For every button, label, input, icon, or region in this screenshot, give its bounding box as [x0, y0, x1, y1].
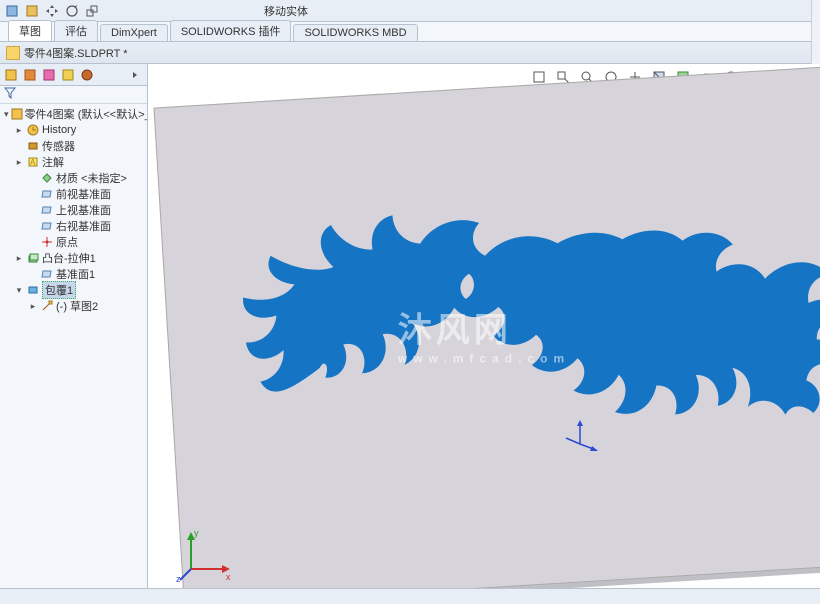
- svg-text:x: x: [226, 572, 231, 582]
- history-icon: [26, 123, 40, 137]
- tree-label: 注解: [42, 154, 64, 170]
- plane-icon: [40, 187, 54, 201]
- twisty-icon[interactable]: ▸: [28, 301, 38, 312]
- tree-item-right-plane[interactable]: 右视基准面: [0, 218, 147, 234]
- tab-sketch[interactable]: 草图: [8, 20, 52, 41]
- wrap-icon: [26, 283, 40, 297]
- svg-text:y: y: [194, 528, 199, 538]
- tree-item-origin[interactable]: 原点: [0, 234, 147, 250]
- fm-tab-display-icon[interactable]: [78, 66, 96, 84]
- model-body[interactable]: [153, 64, 820, 604]
- funnel-icon[interactable]: [4, 87, 16, 102]
- tree-item-top-plane[interactable]: 上视基准面: [0, 202, 147, 218]
- tree-label: 基准面1: [56, 266, 95, 282]
- tree-item-datum-plane[interactable]: 基准面1: [0, 266, 147, 282]
- tree-item-history[interactable]: ▸ History: [0, 122, 147, 138]
- sensor-icon: [26, 139, 40, 153]
- tree-label: 上视基准面: [56, 202, 111, 218]
- svg-text:z: z: [176, 574, 181, 584]
- tab-dimxpert[interactable]: DimXpert: [100, 24, 168, 41]
- extrude-icon: [26, 251, 40, 265]
- graphics-viewport[interactable]: y x z 沐风网 www.mfcad.com: [148, 64, 820, 604]
- tree-label: 包覆1: [42, 281, 76, 299]
- workspace: ▾ 零件4图案 (默认<<默认>_显示 ▸ History 传感器 ▸ A 注解: [0, 64, 820, 604]
- plane-icon: [40, 219, 54, 233]
- part-icon: [11, 107, 23, 121]
- feature-manager-tabs: [0, 64, 147, 86]
- cube-icon[interactable]: [24, 3, 40, 19]
- convert-icon[interactable]: [4, 3, 20, 19]
- tree-item-sketch2[interactable]: ▸ (-) 草图2: [0, 298, 147, 314]
- rotate-icon[interactable]: [64, 3, 80, 19]
- tree-item-annotations[interactable]: ▸ A 注解: [0, 154, 147, 170]
- sketch-icon: [40, 299, 54, 313]
- feature-manager-panel: ▾ 零件4图案 (默认<<默认>_显示 ▸ History 传感器 ▸ A 注解: [0, 64, 148, 604]
- view-triad: y x z: [176, 524, 236, 584]
- tab-sw-mbd[interactable]: SOLIDWORKS MBD: [293, 24, 417, 41]
- status-bar: [0, 588, 820, 604]
- command-tabbar: 草图 评估 DimXpert SOLIDWORKS 插件 SOLIDWORKS …: [0, 22, 820, 42]
- twisty-icon[interactable]: ▾: [4, 109, 9, 120]
- tree-root[interactable]: ▾ 零件4图案 (默认<<默认>_显示: [0, 106, 147, 122]
- model-origin-triad: [560, 414, 600, 454]
- tree-label: 前视基准面: [56, 186, 111, 202]
- fm-tab-dim-icon[interactable]: [59, 66, 77, 84]
- tree-label: History: [42, 124, 76, 136]
- tree-label: 凸台-拉伸1: [42, 250, 96, 266]
- command-label: 移动实体: [264, 3, 308, 19]
- tab-sw-addins[interactable]: SOLIDWORKS 插件: [170, 20, 292, 41]
- tree-label: 材质 <未指定>: [56, 170, 127, 186]
- scale-icon[interactable]: [84, 3, 100, 19]
- move-icon[interactable]: [44, 3, 60, 19]
- tree-item-extrude[interactable]: ▸ 凸台-拉伸1: [0, 250, 147, 266]
- part-doc-icon: [6, 46, 20, 60]
- feature-tree[interactable]: ▾ 零件4图案 (默认<<默认>_显示 ▸ History 传感器 ▸ A 注解: [0, 104, 147, 604]
- tree-label: (-) 草图2: [56, 298, 98, 314]
- twisty-icon[interactable]: ▸: [14, 157, 24, 168]
- plane-icon: [40, 267, 54, 281]
- fm-tab-assembly-icon[interactable]: [2, 66, 20, 84]
- fm-tab-config-icon[interactable]: [40, 66, 58, 84]
- origin-icon: [40, 235, 54, 249]
- fm-tab-property-icon[interactable]: [21, 66, 39, 84]
- twisty-icon[interactable]: ▸: [14, 253, 24, 264]
- twisty-icon[interactable]: ▾: [14, 285, 24, 296]
- plane-icon: [40, 203, 54, 217]
- tree-item-sensors[interactable]: 传感器: [0, 138, 147, 154]
- command-strip: 移动实体: [0, 0, 820, 22]
- tree-label: 零件4图案 (默认<<默认>_显示: [25, 106, 147, 122]
- tree-item-front-plane[interactable]: 前视基准面: [0, 186, 147, 202]
- tree-item-material[interactable]: 材质 <未指定>: [0, 170, 147, 186]
- document-title: 零件4图案.SLDPRT *: [24, 45, 128, 61]
- tree-label: 右视基准面: [56, 218, 111, 234]
- svg-text:A: A: [30, 158, 36, 167]
- tree-label: 传感器: [42, 138, 75, 154]
- twisty-icon[interactable]: ▸: [14, 125, 24, 136]
- annotation-icon: A: [26, 155, 40, 169]
- tree-label: 原点: [56, 234, 78, 250]
- wrap-dragon-pattern[interactable]: [219, 156, 820, 493]
- feature-filter-row: [0, 86, 147, 104]
- tab-evaluate[interactable]: 评估: [54, 20, 98, 41]
- fm-tab-arrow-icon[interactable]: [126, 66, 144, 84]
- document-titlebar: 零件4图案.SLDPRT *: [0, 42, 820, 64]
- material-icon: [40, 171, 54, 185]
- tree-item-wrap[interactable]: ▾ 包覆1: [0, 282, 147, 298]
